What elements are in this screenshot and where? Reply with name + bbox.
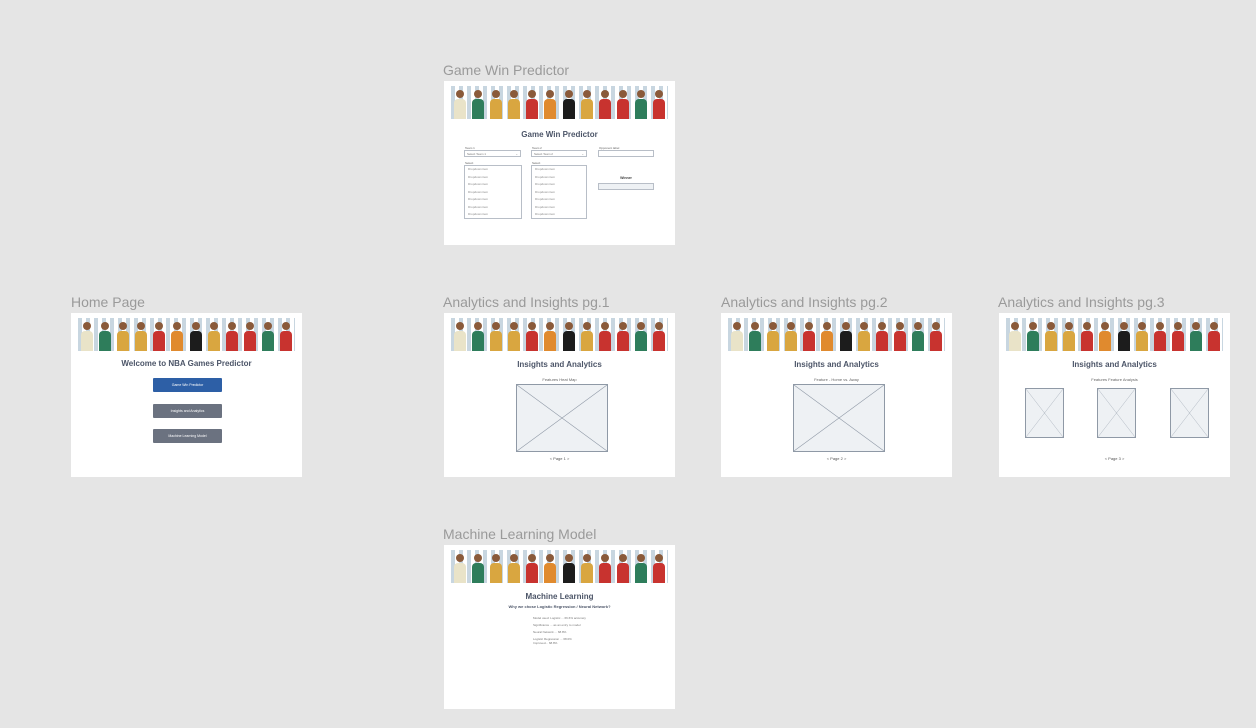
image-placeholder	[1025, 388, 1064, 438]
pagination: < Page 2 >	[721, 456, 952, 461]
page-title: Insights and Analytics	[517, 360, 602, 369]
list-item[interactable]: Dropdown item	[465, 189, 521, 197]
prev-page-button[interactable]: <	[827, 456, 829, 461]
ml-text-line: Model used: Logistic ... 66.6% accuracy	[533, 616, 586, 620]
players-banner-image	[451, 550, 668, 583]
list-item[interactable]: Dropdown item	[465, 204, 521, 212]
page-indicator: Page 3	[1108, 456, 1121, 461]
players-banner-image	[451, 318, 668, 351]
team2-select[interactable]: Select Team 2 ⌄	[531, 150, 587, 157]
image-placeholder	[1170, 388, 1209, 438]
extra-input[interactable]	[598, 150, 654, 157]
ml-model-button[interactable]: Machine Learning Model	[153, 429, 222, 443]
ml-text-line: Neural Network ... 68.8%	[533, 630, 567, 634]
page-title: Insights and Analytics	[794, 360, 879, 369]
winner-output-field	[598, 183, 654, 190]
next-page-button[interactable]: >	[567, 456, 569, 461]
ml-text-line: Improved... 68.8%	[533, 641, 558, 645]
frame-analytics-1[interactable]: Insights and Analytics Features Heat Map…	[444, 313, 675, 477]
page-title: Welcome to NBA Games Predictor	[121, 359, 252, 368]
page-title: Machine Learning	[525, 592, 594, 601]
game-win-predictor-button[interactable]: Game Win Predictor	[153, 378, 222, 392]
frame-label-game-win-predictor: Game Win Predictor	[443, 62, 570, 78]
list-item[interactable]: Dropdown item	[465, 174, 521, 182]
frame-analytics-2[interactable]: Insights and Analytics Feature - Home vs…	[721, 313, 952, 477]
players-banner-image	[728, 318, 945, 351]
image-placeholder	[793, 384, 885, 452]
frame-ml-model[interactable]: Machine Learning Why we chose Logistic R…	[444, 545, 675, 709]
chevron-down-icon: ⌄	[515, 152, 518, 156]
page-indicator: Page 2	[830, 456, 843, 461]
players-banner-image	[451, 86, 668, 119]
insights-analytics-button[interactable]: Insights and Analytics	[153, 404, 222, 418]
team1-select[interactable]: Select Team 1 ⌄	[464, 150, 521, 157]
ml-text-line: Significance ... as an entry to model	[533, 623, 581, 627]
frame-label-home-page: Home Page	[71, 294, 145, 310]
page-title: Insights and Analytics	[1072, 360, 1157, 369]
list-item[interactable]: Dropdown item	[532, 181, 586, 189]
next-page-button[interactable]: >	[1122, 456, 1124, 461]
prev-page-button[interactable]: <	[550, 456, 552, 461]
list-item[interactable]: Dropdown item	[532, 189, 586, 197]
players-banner-image	[78, 318, 295, 351]
frame-analytics-3[interactable]: Insights and Analytics Features Feature …	[999, 313, 1230, 477]
frame-home-page[interactable]: Welcome to NBA Games Predictor Game Win …	[71, 313, 302, 477]
team1-value: Select Team 1	[467, 152, 486, 156]
list-item[interactable]: Dropdown item	[532, 211, 586, 219]
prev-page-button[interactable]: <	[1105, 456, 1107, 461]
image-placeholder	[1097, 388, 1136, 438]
next-page-button[interactable]: >	[844, 456, 846, 461]
frame-label-analytics-2: Analytics and Insights pg.2	[721, 294, 888, 310]
frame-label-analytics-1: Analytics and Insights pg.1	[443, 294, 610, 310]
frame-game-win-predictor[interactable]: Game Win Predictor Team 1 Select Team 1 ⌄…	[444, 81, 675, 245]
list-item[interactable]: Dropdown item	[532, 204, 586, 212]
list-item[interactable]: Dropdown item	[465, 181, 521, 189]
frame-label-analytics-3: Analytics and Insights pg.3	[998, 294, 1165, 310]
list-item[interactable]: Dropdown item	[532, 166, 586, 174]
page-title: Game Win Predictor	[521, 130, 598, 139]
chevron-down-icon: ⌄	[581, 152, 584, 156]
pagination: < Page 3 >	[999, 456, 1230, 461]
team2-value: Select Team 2	[534, 152, 553, 156]
team1-dropdown-list[interactable]: Dropdown item Dropdown item Dropdown ite…	[464, 165, 522, 219]
list-item[interactable]: Dropdown item	[532, 196, 586, 204]
list-item[interactable]: Dropdown item	[465, 166, 521, 174]
image-placeholder	[516, 384, 608, 452]
players-banner-image	[1006, 318, 1223, 351]
chart-caption: Features Heat Map	[542, 377, 577, 382]
page-subtitle: Why we chose Logistic Regression / Neura…	[508, 604, 611, 609]
team2-dropdown-list[interactable]: Dropdown item Dropdown item Dropdown ite…	[531, 165, 587, 219]
pagination: < Page 1 >	[444, 456, 675, 461]
page-indicator: Page 1	[553, 456, 566, 461]
list-item[interactable]: Dropdown item	[465, 211, 521, 219]
chart-caption: Features Feature Analysis	[1091, 377, 1138, 382]
chart-caption: Feature - Home vs. Away	[814, 377, 859, 382]
winner-label: Winner	[620, 176, 632, 180]
list-item[interactable]: Dropdown item	[465, 196, 521, 204]
list-item[interactable]: Dropdown item	[532, 174, 586, 182]
frame-label-ml-model: Machine Learning Model	[443, 526, 597, 542]
